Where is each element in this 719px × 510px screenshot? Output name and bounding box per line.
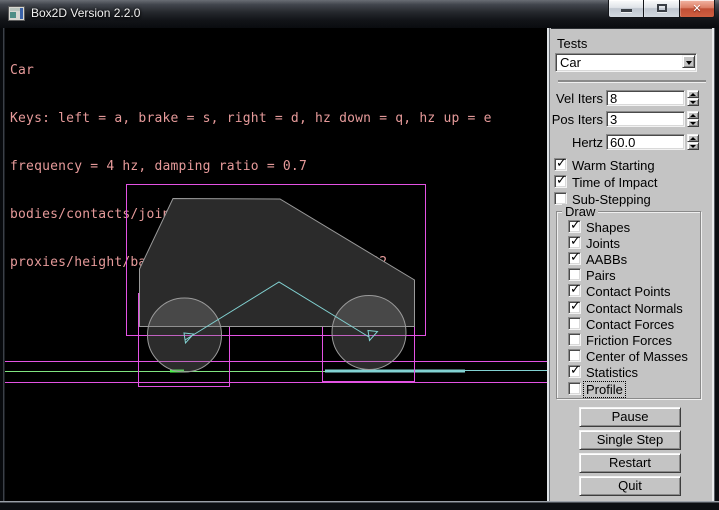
pos-iters-row: Pos Iters 3: [551, 111, 712, 127]
pos-iters-value: 3: [610, 112, 617, 127]
checkbox-label: Contact Normals: [586, 301, 683, 316]
title-bar[interactable]: Box2D Version 2.2.0 ✕: [0, 0, 719, 28]
checkbox-label: Warm Starting: [572, 158, 655, 173]
minimize-icon: [621, 9, 632, 12]
app-window: Box2D Version 2.2.0 ✕ Car Keys: left = a…: [0, 0, 719, 510]
checkbox-label: Profile: [584, 382, 625, 397]
window-controls: ✕: [608, 0, 715, 19]
checkmark-icon: ✓: [570, 299, 581, 314]
quit-button[interactable]: Quit: [579, 476, 681, 496]
vel-iters-spinner: [687, 90, 699, 106]
vel-iters-row: Vel Iters 8: [551, 90, 712, 106]
checkbox-box[interactable]: ✓: [568, 317, 581, 330]
checkbox-box[interactable]: ✓: [568, 252, 581, 265]
checkbox-box[interactable]: ✓: [554, 175, 567, 188]
checkbox-label: Contact Points: [586, 284, 671, 299]
tests-dropdown-value: Car: [560, 55, 581, 70]
hertz-input[interactable]: 60.0: [606, 134, 685, 150]
checkmark-icon: ✓: [570, 282, 581, 297]
window-title: Box2D Version 2.2.0: [31, 6, 140, 20]
hertz-down-button[interactable]: [687, 142, 699, 150]
vel-iters-label: Vel Iters: [551, 91, 603, 106]
checkbox-label: Contact Forces: [586, 317, 674, 332]
draw-groupbox: Draw ✓ Shapes ✓ Joints ✓ AABBs ✓ Pairs: [556, 211, 701, 399]
hertz-up-button[interactable]: [687, 134, 699, 142]
checkbox-box[interactable]: ✓: [568, 236, 581, 249]
checkbox-label: Time of Impact: [572, 175, 657, 190]
minimize-button[interactable]: [608, 0, 644, 18]
checkbox-box[interactable]: ✓: [568, 220, 581, 233]
checkbox-label: Friction Forces: [586, 333, 672, 348]
physics-canvas[interactable]: Car Keys: left = a, brake = s, right = d…: [5, 28, 547, 501]
checkbox-box[interactable]: ✓: [568, 301, 581, 314]
checkbox-box[interactable]: ✓: [568, 333, 581, 346]
window-frame-right: [712, 28, 719, 501]
pause-button[interactable]: Pause: [579, 407, 681, 427]
pos-iters-input[interactable]: 3: [606, 111, 685, 127]
window-frame-bottom: [0, 501, 719, 510]
tests-dropdown-button[interactable]: [682, 55, 695, 68]
checkbox-box[interactable]: ✓: [568, 284, 581, 297]
window-body: Car Keys: left = a, brake = s, right = d…: [0, 28, 719, 501]
checkbox-box[interactable]: ✓: [568, 365, 581, 378]
checkbox-box[interactable]: ✓: [554, 158, 567, 171]
checkmark-icon: ✓: [570, 234, 581, 249]
checkbox-label: AABBs: [586, 252, 627, 267]
draw-group-label: Draw: [562, 204, 598, 219]
hertz-value: 60.0: [610, 135, 635, 150]
spinner-down-icon: [690, 122, 696, 125]
right-wheel-circle[interactable]: [332, 296, 406, 370]
chevron-down-icon: [686, 61, 692, 65]
hertz-spinner: [687, 134, 699, 150]
checkbox-label: Center of Masses: [586, 349, 688, 364]
checkbox-label: Shapes: [586, 220, 630, 235]
checkmark-icon: ✓: [570, 363, 581, 378]
tests-label: Tests: [557, 36, 587, 51]
close-button[interactable]: ✕: [680, 0, 715, 18]
checkbox-box[interactable]: ✓: [568, 268, 581, 281]
bridge-joint-thick-segment: [325, 370, 465, 373]
spinner-down-icon: [690, 145, 696, 148]
vel-iters-value: 8: [610, 91, 617, 106]
app-icon: [8, 6, 25, 21]
single-step-button[interactable]: Single Step: [579, 430, 681, 450]
vel-iters-input[interactable]: 8: [606, 90, 685, 106]
close-icon: ✕: [680, 2, 714, 15]
pos-iters-label: Pos Iters: [551, 112, 603, 127]
maximize-button[interactable]: [644, 0, 680, 18]
restart-button[interactable]: Restart: [579, 453, 681, 473]
checkmark-icon: ✓: [570, 250, 581, 265]
maximize-icon: [657, 4, 667, 12]
pos-iters-down-button[interactable]: [687, 119, 699, 127]
hertz-label: Hertz: [551, 135, 603, 150]
checkbox-box[interactable]: ✓: [568, 349, 581, 362]
checkbox-box[interactable]: ✓: [568, 382, 581, 395]
checkmark-icon: ✓: [556, 156, 567, 171]
vel-iters-down-button[interactable]: [687, 98, 699, 106]
spinner-up-icon: [690, 137, 696, 140]
spinner-up-icon: [690, 114, 696, 117]
checkbox-label: Statistics: [586, 365, 638, 380]
checkbox-label: Pairs: [586, 268, 616, 283]
pos-iters-spinner: [687, 111, 699, 127]
pos-iters-up-button[interactable]: [687, 111, 699, 119]
separator-line: [558, 80, 706, 82]
spinner-up-icon: [690, 93, 696, 96]
tests-dropdown[interactable]: Car: [555, 53, 697, 72]
spinner-down-icon: [690, 101, 696, 104]
checkbox-label: Joints: [586, 236, 620, 251]
window-frame-left: [0, 28, 5, 501]
checkmark-icon: ✓: [556, 173, 567, 188]
physics-drawing: [5, 28, 547, 501]
hertz-row: Hertz 60.0: [551, 134, 712, 150]
vel-iters-up-button[interactable]: [687, 90, 699, 98]
control-panel: Tests Car Vel Iters 8 Pos: [551, 28, 712, 501]
checkmark-icon: ✓: [570, 218, 581, 233]
